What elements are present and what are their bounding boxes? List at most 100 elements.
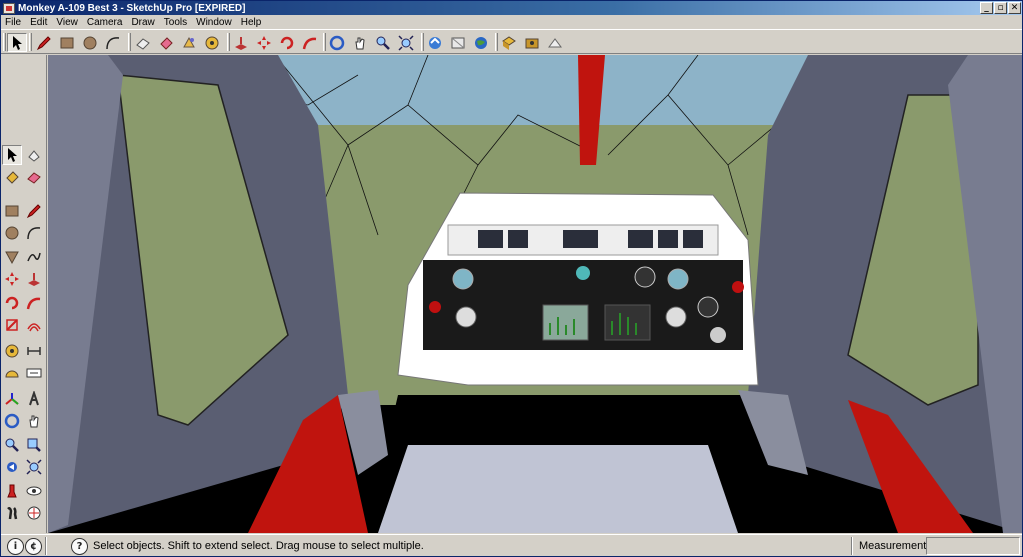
zoom-icon (376, 36, 390, 50)
cockpit-3d-scene[interactable] (48, 55, 1022, 533)
zoom-window-tool-button[interactable] (24, 435, 44, 455)
menu-view[interactable]: View (56, 17, 78, 28)
toolbar-grip[interactable] (421, 33, 424, 51)
tape-measure-tool-button[interactable] (2, 341, 22, 361)
select-tool-button[interactable] (2, 145, 22, 165)
toolbar-grip[interactable] (128, 33, 131, 51)
offset-tool-button[interactable] (24, 315, 44, 335)
toggle-terrain-button[interactable] (545, 33, 565, 52)
geo-location-icon[interactable]: i (7, 538, 24, 555)
status-divider (45, 537, 47, 555)
zoom-tool-button[interactable] (373, 33, 393, 52)
zoom-extents-tool-button[interactable] (396, 33, 416, 52)
walk-icon (7, 507, 18, 520)
arc-tool-button[interactable] (24, 223, 44, 243)
tape-measure-tool-button[interactable] (202, 33, 222, 52)
rectangle-icon (60, 37, 74, 48)
tape-measure-icon (205, 36, 219, 49)
toolbar-grip[interactable] (495, 33, 498, 51)
warning-light-left (429, 301, 441, 313)
pan-tool-button[interactable] (24, 411, 44, 431)
get-models-button[interactable] (425, 33, 445, 52)
move-tool-button[interactable] (254, 33, 274, 52)
section-plane-icon (27, 506, 41, 520)
rectangle-tool-button[interactable] (57, 33, 77, 52)
paint-bucket-tool-button[interactable] (156, 33, 176, 52)
get-photo-button[interactable] (522, 33, 542, 52)
look-around-tool-button[interactable] (24, 481, 44, 501)
menu-camera[interactable]: Camera (87, 17, 123, 28)
pencil-tool-button[interactable] (34, 33, 54, 52)
select-tool-button[interactable] (7, 33, 27, 52)
rectangle-tool-button[interactable] (2, 201, 22, 221)
circle-tool-button[interactable] (2, 223, 22, 243)
eraser-icon (136, 37, 150, 50)
make-component-tool-button[interactable] (179, 33, 199, 52)
minimize-button[interactable]: _ (980, 2, 993, 14)
rotate-tool-button[interactable] (277, 33, 297, 52)
toolbar-grip[interactable] (227, 33, 230, 51)
menu-file[interactable]: File (5, 17, 21, 28)
orbit-tool-button[interactable] (2, 411, 22, 431)
circle-tool-button[interactable] (80, 33, 100, 52)
push-pull-tool-button[interactable] (231, 33, 251, 52)
zoom-window-icon (27, 438, 41, 452)
text-tool-button[interactable] (24, 363, 44, 383)
previous-view-tool-button[interactable] (2, 457, 22, 477)
close-button[interactable]: ✕ (1008, 2, 1021, 14)
get-photo-icon (525, 38, 539, 48)
freehand-tool-button[interactable] (24, 247, 44, 267)
rotate-tool-button[interactable] (2, 293, 22, 313)
components-button[interactable] (499, 33, 519, 52)
section-plane-tool-button[interactable] (24, 503, 44, 523)
share-model-button[interactable] (448, 33, 468, 52)
credits-icon[interactable]: ¢ (25, 538, 42, 555)
toolbar-grip[interactable] (29, 33, 32, 51)
menu-draw[interactable]: Draw (131, 17, 154, 28)
paint-bucket-tool-button[interactable] (2, 167, 22, 187)
toolbar-grip[interactable] (3, 33, 6, 51)
walk-tool-button[interactable] (2, 503, 22, 523)
scale-tool-button[interactable] (2, 315, 22, 335)
scale-icon (6, 319, 18, 331)
follow-me-tool-button[interactable] (300, 33, 320, 52)
make-component-icon (28, 150, 40, 162)
zoom-extents-tool-button[interactable] (24, 457, 44, 477)
polygon-icon (5, 251, 19, 265)
position-camera-tool-button[interactable] (2, 481, 22, 501)
menu-edit[interactable]: Edit (30, 17, 47, 28)
dimension-tool-button[interactable] (24, 341, 44, 361)
paint-bucket-icon (160, 36, 173, 50)
line-icon (26, 204, 41, 219)
push-pull-tool-button[interactable] (24, 269, 44, 289)
line-tool-button[interactable] (24, 201, 44, 221)
menu-help[interactable]: Help (241, 17, 262, 28)
maximize-button[interactable]: ▫ (994, 2, 1007, 14)
protractor-tool-button[interactable] (2, 363, 22, 383)
make-component-icon (183, 36, 195, 47)
eraser-tool-button[interactable] (24, 167, 44, 187)
airspeed-gauge (697, 296, 719, 318)
zoom-tool-button[interactable] (2, 435, 22, 455)
polygon-tool-button[interactable] (2, 247, 22, 267)
eraser-tool-button[interactable] (133, 33, 153, 52)
move-tool-button[interactable] (2, 269, 22, 289)
tape-measure-icon (5, 344, 19, 358)
measurements-input[interactable] (926, 537, 1020, 555)
google-earth-button[interactable] (471, 33, 491, 52)
arc-tool-button[interactable] (103, 33, 123, 52)
axes-tool-button[interactable] (2, 389, 22, 409)
follow-me-tool-button[interactable] (24, 293, 44, 313)
orbit-tool-button[interactable] (327, 33, 347, 52)
instructor-help-icon[interactable]: ? (71, 538, 88, 555)
axes-icon (5, 393, 19, 405)
menu-bar: File Edit View Camera Draw Tools Window … (1, 15, 1022, 29)
attitude-indicator-left (452, 268, 474, 290)
3d-text-tool-button[interactable] (24, 389, 44, 409)
menu-window[interactable]: Window (196, 17, 232, 28)
make-component-tool-button[interactable] (24, 145, 44, 165)
toolbar-grip[interactable] (323, 33, 326, 51)
pan-tool-button[interactable] (350, 33, 370, 52)
model-viewport[interactable] (48, 55, 1022, 533)
menu-tools[interactable]: Tools (164, 17, 187, 28)
